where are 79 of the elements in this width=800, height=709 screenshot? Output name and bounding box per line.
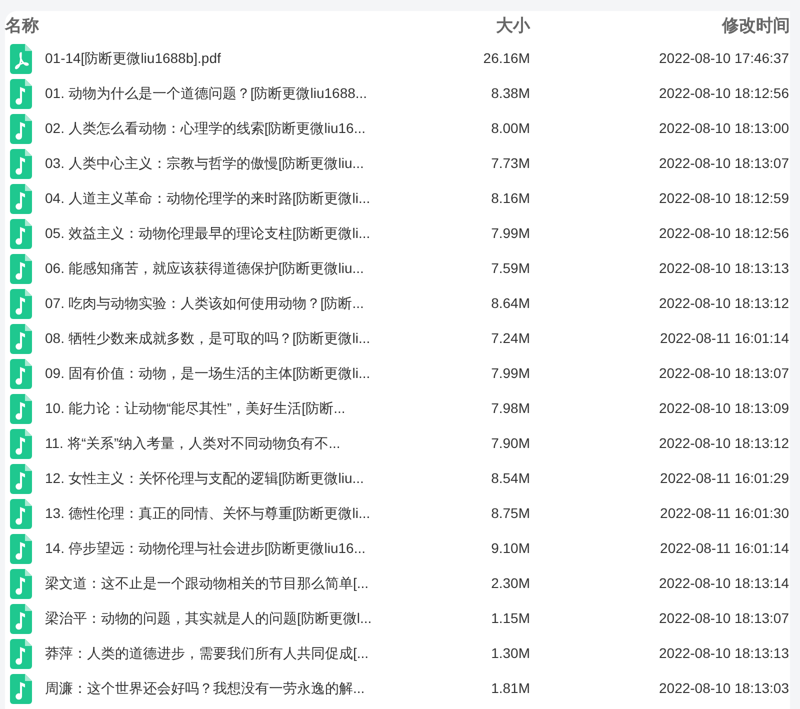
file-size: 7.90M [490,434,530,453]
file-name[interactable]: 梁治平：动物的问题，其实就是人的问题[防断更微l... [45,608,405,629]
music-file-icon [10,534,32,564]
music-file-icon [10,184,32,214]
music-file-icon [10,568,32,598]
file-name[interactable]: 05. 效益主义：动物伦理最早的理论支柱[防断更微li... [45,223,405,244]
file-size: 8.64M [490,294,530,313]
modified-time: 2022-08-10 18:13:14 [658,574,789,593]
file-name[interactable]: 梁文道：这不止是一个跟动物相关的节目那么简单[... [45,573,405,594]
modified-time: 2022-08-10 18:13:09 [658,399,789,418]
file-name[interactable]: 01. 动物为什么是一个道德问题？[防断更微liu1688... [45,83,405,104]
file-size: 8.00M [490,119,530,138]
column-header[interactable]: 名称 [5,13,305,39]
music-file-icon [10,78,32,108]
file-name[interactable]: 12. 女性主义：关怀伦理与支配的逻辑[防断更微liu... [45,468,405,489]
column-header[interactable]: 修改时间 [530,13,790,39]
file-name[interactable]: 06. 能感知痛苦，就应该获得道德保护[防断更微liu... [45,258,405,279]
file-name[interactable]: 09. 固有价值：动物，是一场生活的主体[防断更微li... [45,363,405,384]
file-size: 2.30M [490,574,530,593]
file-name[interactable]: 10. 能力论：让动物“能尽其性”，美好生活[防断... [45,398,405,419]
modified-time: 2022-08-11 16:01:30 [659,504,789,523]
file-size: 8.75M [490,504,530,523]
file-size: 9.10M [490,539,530,558]
music-file-icon [10,358,32,388]
file-size: 1.81M [490,679,530,698]
modified-time: 2022-08-10 18:12:59 [658,189,789,208]
modified-time: 2022-08-10 18:12:56 [658,84,789,103]
file-size: 7.73M [490,154,530,173]
music-file-icon [10,394,32,424]
modified-time: 2022-08-10 18:13:07 [658,609,789,628]
modified-time: 2022-08-11 16:01:14 [659,329,789,348]
file-size: 1.15M [490,609,530,628]
music-file-icon [10,464,32,494]
music-file-icon [10,114,32,144]
music-file-icon [10,254,32,284]
file-size: 8.54M [490,469,530,488]
music-file-icon [10,638,32,668]
music-file-icon [10,428,32,458]
modified-time: 2022-08-10 18:13:13 [658,259,789,278]
modified-time: 2022-08-10 18:13:13 [658,644,789,663]
file-size: 7.24M [490,329,530,348]
file-size: 7.98M [490,399,530,418]
music-file-icon [10,324,32,354]
file-size: 7.59M [490,259,530,278]
file-size: 26.16M [482,49,530,68]
music-file-icon [10,218,32,248]
modified-time: 2022-08-11 16:01:14 [659,539,789,558]
music-file-icon [10,288,32,318]
file-name[interactable]: 08. 牺牲少数来成就多数，是可取的吗？[防断更微li... [45,328,405,349]
file-name[interactable]: 02. 人类怎么看动物：心理学的线索[防断更微liu16... [45,118,405,139]
modified-time: 2022-08-10 18:13:00 [658,119,789,138]
music-file-icon [10,604,32,634]
music-file-icon [10,148,32,178]
modified-time: 2022-08-10 18:13:12 [658,294,789,313]
modified-time: 2022-08-10 18:13:07 [658,364,789,383]
file-size: 7.99M [490,224,530,243]
file-name[interactable]: 周濂：这个世界还会好吗？我想没有一劳永逸的解... [45,678,405,699]
file-name[interactable]: 01-14[防断更微liu1688b].pdf [45,48,405,69]
file-size: 8.38M [490,84,530,103]
file-name[interactable]: 03. 人类中心主义：宗教与哲学的傲慢[防断更微liu... [45,153,405,174]
column-header[interactable]: 大小 [305,13,530,39]
modified-time: 2022-08-10 18:12:56 [658,224,789,243]
file-size: 1.30M [490,644,530,663]
pdf-file-icon [10,44,32,74]
file-name[interactable]: 13. 德性伦理：真正的同情、关怀与尊重[防断更微li... [45,503,405,524]
file-name[interactable]: 莽萍：人类的道德进步，需要我们所有人共同促成[... [45,643,405,664]
file-size: 8.16M [490,189,530,208]
music-file-icon [10,674,32,704]
modified-time: 2022-08-10 18:13:12 [658,434,789,453]
file-name[interactable]: 14. 停步望远：动物伦理与社会进步[防断更微liu16... [45,538,405,559]
file-name[interactable]: 07. 吃肉与动物实验：人类该如何使用动物？[防断... [45,293,405,314]
file-size: 7.99M [490,364,530,383]
modified-time: 2022-08-10 18:13:03 [658,679,789,698]
modified-time: 2022-08-11 16:01:29 [659,469,789,488]
modified-time: 2022-08-10 17:46:37 [658,49,789,68]
music-file-icon [10,498,32,528]
file-name[interactable]: 04. 人道主义革命：动物伦理学的来时路[防断更微li... [45,188,405,209]
modified-time: 2022-08-10 18:13:07 [658,154,789,173]
file-name[interactable]: 11. 将“关系”纳入考量，人类对不同动物负有不... [45,433,405,454]
